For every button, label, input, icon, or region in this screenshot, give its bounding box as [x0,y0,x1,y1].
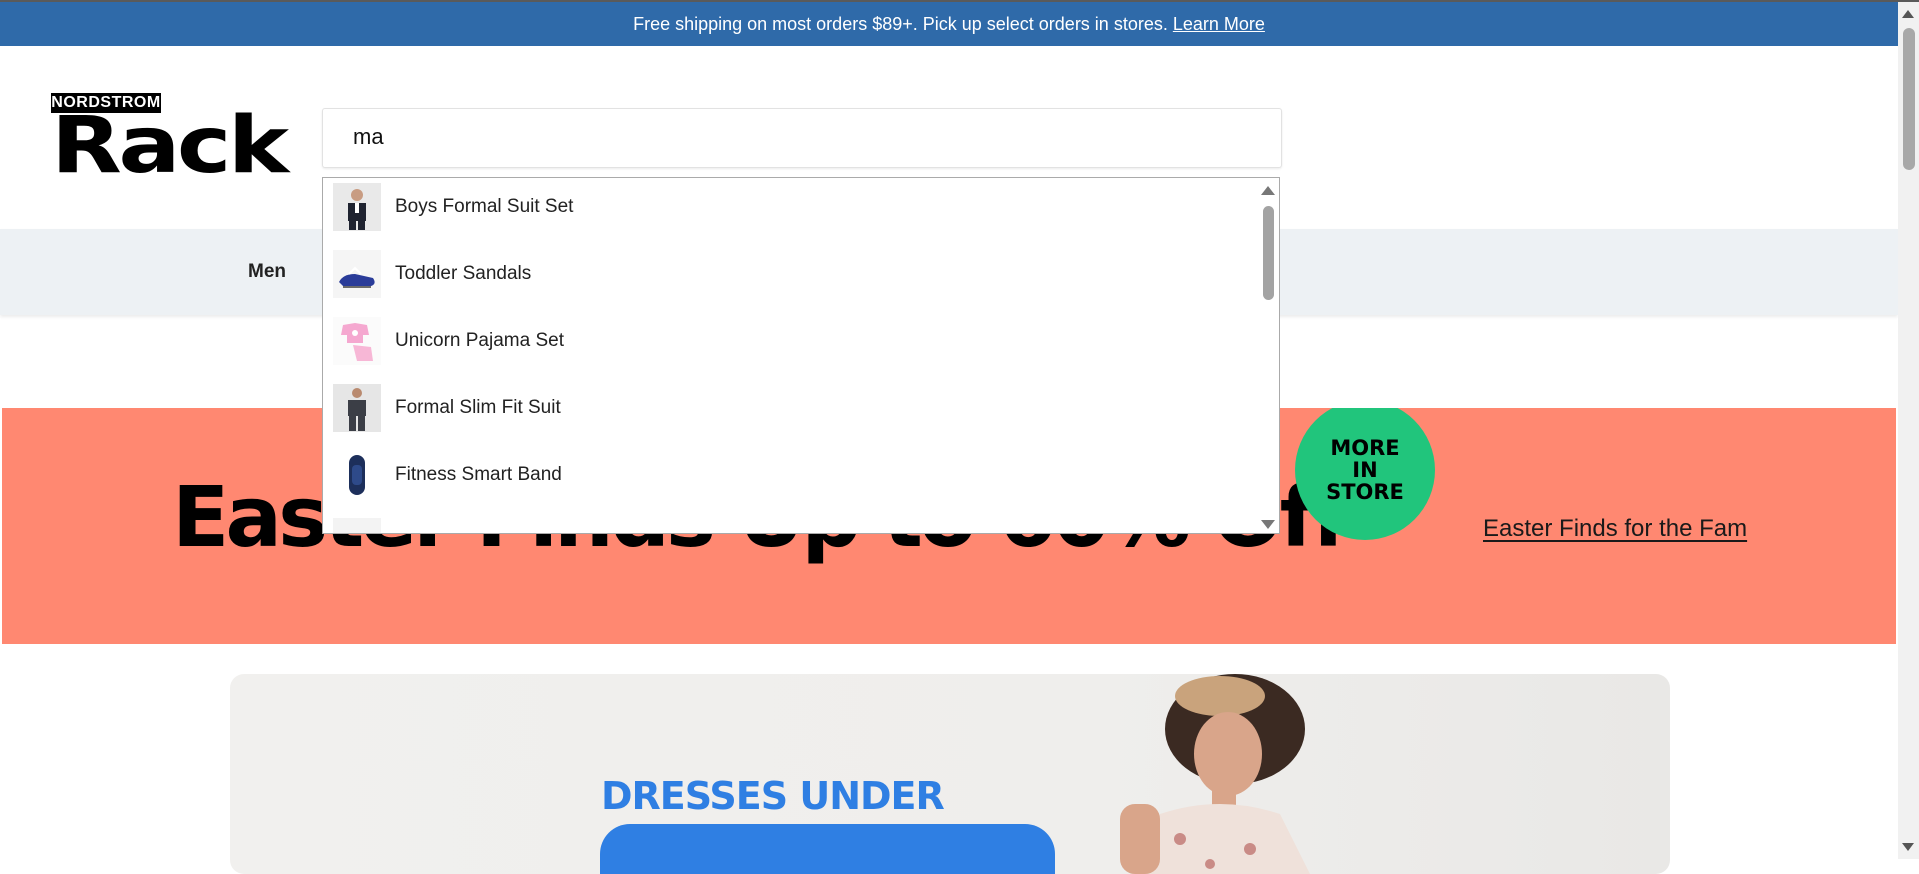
suggestion-label: Boys Formal Suit Set [395,196,574,217]
suggestion-label: Toddler Sandals [395,263,532,284]
suggestion-item[interactable]: Unicorn Pajama Set [333,315,1253,367]
learn-more-link[interactable]: Learn More [1173,14,1265,35]
suggestion-item-partial[interactable] [333,516,1253,533]
scroll-up-arrow-icon[interactable] [1261,186,1275,195]
suggestion-label: Formal Slim Fit Suit [395,397,561,418]
thumbnail-icon [333,518,381,533]
page-scroll-thumb[interactable] [1903,28,1915,170]
page-scroll-down-icon[interactable] [1902,843,1914,851]
pajama-thumbnail-icon [333,317,381,365]
page-scrollbar[interactable] [1898,2,1919,859]
scroll-down-arrow-icon[interactable] [1261,520,1275,529]
suggestion-item[interactable]: Fitness Smart Band [333,449,1253,501]
dropdown-scrollbar[interactable] [1261,178,1279,533]
suit-thumbnail-icon [333,384,381,432]
badge-line-3: STORE [1326,480,1404,504]
promo-text: Free shipping on most orders $89+. Pick … [633,13,1168,34]
nordstrom-rack-logo[interactable]: NORDSTROM Rack [51,93,289,185]
easter-finds-link[interactable]: Easter Finds for the Fam [1483,515,1747,543]
smartband-thumbnail-icon [333,451,381,499]
suit-thumbnail-icon [333,183,381,231]
search-box[interactable] [322,108,1283,168]
logo-wordmark-main: Rack [51,101,289,191]
suggestion-label: Unicorn Pajama Set [395,330,564,351]
suggestion-item[interactable]: Formal Slim Fit Suit [333,382,1253,434]
suggestion-label: Fitness Smart Band [395,464,562,485]
more-in-store-badge: MORE IN STORE [1295,408,1435,540]
nav-item-men[interactable]: Men [248,229,286,315]
suggestion-item[interactable]: Boys Formal Suit Set [333,181,1253,233]
search-suggestions-dropdown[interactable]: Boys Formal Suit Set Toddler Sandals Uni… [322,177,1280,534]
model-photo [1120,674,1310,874]
sandal-thumbnail-icon [333,250,381,298]
dropdown-scroll-thumb[interactable] [1263,206,1274,300]
search-input[interactable] [323,109,1283,165]
badge-line-1: MORE [1330,436,1400,460]
badge-line-2: IN [1352,458,1378,482]
hero-price-graphic [600,824,1055,874]
dresses-hero-banner[interactable]: DRESSES UNDER [230,674,1670,874]
promo-bar: Free shipping on most orders $89+. Pick … [0,2,1898,46]
hero-headline: DRESSES UNDER [601,774,945,818]
page-scroll-up-icon[interactable] [1902,10,1914,18]
suggestion-item[interactable]: Toddler Sandals [333,248,1253,300]
